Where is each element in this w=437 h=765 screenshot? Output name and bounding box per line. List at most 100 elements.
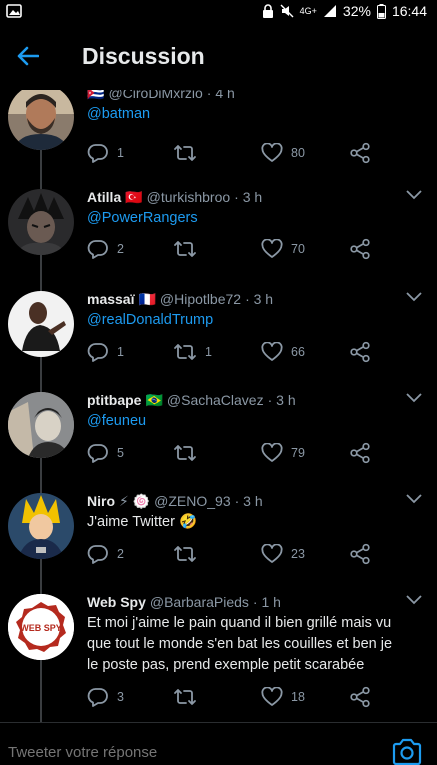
heart-icon	[261, 544, 283, 563]
handle[interactable]: @SachaClavez	[167, 389, 264, 411]
like-count: 18	[291, 690, 305, 704]
flag: 🇧🇷	[145, 392, 163, 408]
tweet[interactable]: Niro ⚡ 🍥 @ZENO_93 · 3 h J'aime Twitter 🤣…	[0, 490, 437, 590]
share-button[interactable]	[349, 236, 371, 262]
handle[interactable]: @BarbaraPieds	[150, 591, 249, 613]
status-bar: 4G+ 32% 16:44	[0, 0, 437, 22]
tweet[interactable]: massaï 🇫🇷 @Hipotlbe72 · 3 h @realDonaldT…	[0, 288, 437, 388]
mention-link[interactable]: @feuneu	[87, 413, 146, 429]
reply-count: 2	[117, 242, 124, 256]
mention-link[interactable]: @realDonaldTrump	[87, 312, 213, 328]
tweet-meta: Atilla 🇹🇷 @turkishbroo · 3 h	[87, 186, 425, 208]
tweet-actions: 1 80	[87, 140, 437, 166]
retweet-icon	[174, 145, 196, 161]
heart-icon	[261, 342, 283, 361]
like-count: 70	[291, 242, 305, 256]
like-button[interactable]: 79	[261, 440, 305, 466]
retweet-button[interactable]	[173, 541, 205, 567]
reply-button[interactable]: 2	[87, 541, 124, 567]
heart-icon	[261, 239, 283, 258]
heart-icon	[261, 687, 283, 706]
flag: 🇫🇷	[138, 291, 156, 307]
retweet-icon	[174, 445, 196, 461]
mention-link[interactable]: @PowerRangers	[87, 210, 198, 226]
like-count: 23	[291, 547, 305, 561]
tweet-text: Et moi j'aime le pain quand il bien gril…	[87, 615, 393, 673]
reply-button[interactable]: 1	[87, 339, 124, 365]
avatar[interactable]	[8, 291, 74, 357]
reply-count: 5	[117, 446, 124, 460]
web-spy-logo-text: WEB SPY	[20, 623, 62, 633]
like-button[interactable]: 66	[261, 339, 305, 365]
retweet-icon	[174, 546, 196, 562]
avatar[interactable]	[8, 90, 74, 150]
app-header: Discussion	[0, 22, 437, 90]
battery-percent: 32%	[342, 3, 371, 19]
display-name[interactable]: ptitbape	[87, 389, 141, 411]
timestamp: · 1 h	[252, 594, 281, 610]
tweet[interactable]: ptitbape 🇧🇷 @SachaClavez · 3 h @feuneu 5…	[0, 389, 437, 489]
reply-icon	[87, 444, 108, 463]
retweet-button[interactable]: 1	[173, 339, 212, 365]
avatar[interactable]	[8, 392, 74, 458]
tweet-text: J'aime Twitter 🤣	[87, 514, 197, 530]
battery-icon	[376, 3, 386, 19]
reply-button[interactable]: 2	[87, 236, 124, 262]
display-name[interactable]: massaï	[87, 288, 134, 310]
tweet[interactable]: WEB SPY Web Spy @BarbaraPieds · 1 h Et m…	[0, 591, 437, 722]
person-avatar-icon	[8, 291, 74, 357]
handle[interactable]: @Hipotlbe72	[160, 288, 241, 310]
share-icon	[350, 686, 370, 708]
tweet-actions: 1 1 66	[87, 339, 437, 365]
reply-count: 1	[117, 345, 124, 359]
signal-icon	[323, 4, 337, 18]
reply-button[interactable]: 3	[87, 684, 124, 710]
share-button[interactable]	[349, 684, 371, 710]
timestamp: · 3 h	[267, 392, 296, 408]
tweet-text: @realDonaldTrump	[87, 310, 425, 331]
tweet[interactable]: Atilla 🇹🇷 @turkishbroo · 3 h @PowerRange…	[0, 186, 437, 286]
handle[interactable]: @CiroDiMxrzio	[108, 90, 202, 104]
flag: ⚡ 🍥	[119, 493, 151, 509]
mention-link[interactable]: @batman	[87, 106, 150, 122]
retweet-button[interactable]	[173, 236, 205, 262]
mute-icon	[280, 4, 294, 18]
like-button[interactable]: 18	[261, 684, 305, 710]
retweet-button[interactable]	[173, 440, 205, 466]
avatar[interactable]: WEB SPY	[8, 594, 74, 660]
display-name[interactable]: Atilla	[87, 186, 121, 208]
share-button[interactable]	[349, 339, 371, 365]
share-button[interactable]	[349, 541, 371, 567]
tweet-actions: 3 18	[87, 684, 437, 710]
like-button[interactable]: 80	[261, 140, 305, 166]
retweet-button[interactable]	[173, 684, 205, 710]
retweet-button[interactable]	[173, 140, 205, 166]
web-spy-logo-icon: WEB SPY	[8, 594, 74, 660]
handle[interactable]: @turkishbroo	[147, 186, 230, 208]
camera-icon	[392, 738, 422, 765]
camera-button[interactable]	[391, 738, 423, 765]
retweet-count: 1	[205, 345, 212, 359]
display-name[interactable]: Niro	[87, 490, 115, 512]
reply-button[interactable]: 1	[87, 140, 124, 166]
like-button[interactable]: 23	[261, 541, 305, 567]
lock-icon	[262, 4, 274, 18]
like-count: 80	[291, 146, 305, 160]
back-button[interactable]	[0, 32, 56, 80]
avatar[interactable]	[8, 189, 74, 255]
handle[interactable]: @ZENO_93	[154, 490, 230, 512]
reply-input[interactable]	[8, 741, 338, 763]
tweet[interactable]: 🇨🇺 @CiroDiMxrzio · 4 h @batman 1 80	[0, 90, 437, 182]
flag: 🇨🇺	[87, 90, 105, 101]
reply-button[interactable]: 5	[87, 440, 124, 466]
flag: 🇹🇷	[125, 189, 143, 205]
share-button[interactable]	[349, 140, 371, 166]
image-notification-icon	[6, 4, 22, 18]
reply-count: 3	[117, 690, 124, 704]
reply-icon	[87, 688, 108, 707]
share-button[interactable]	[349, 440, 371, 466]
like-button[interactable]: 70	[261, 236, 305, 262]
reply-count: 1	[117, 146, 124, 160]
avatar[interactable]	[8, 493, 74, 559]
display-name[interactable]: Web Spy	[87, 591, 146, 613]
